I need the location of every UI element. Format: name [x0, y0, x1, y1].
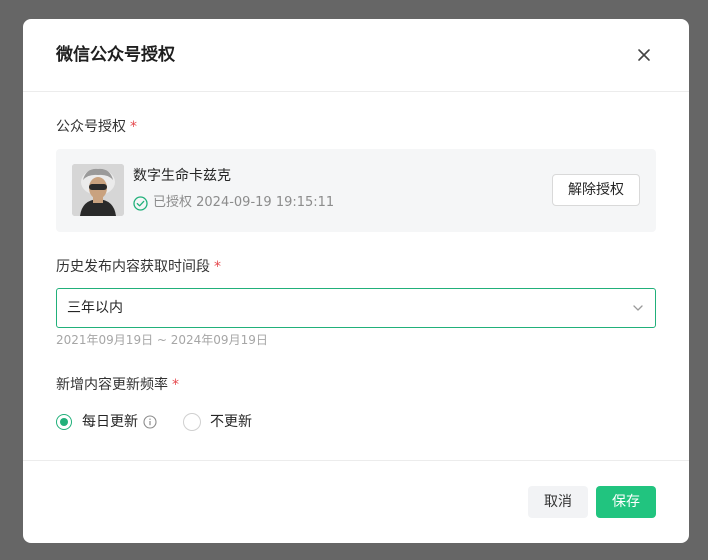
- radio-no-update[interactable]: 不更新: [183, 412, 252, 432]
- history-section-label: 历史发布内容获取时间段 *: [56, 257, 221, 277]
- radio-daily-update[interactable]: 每日更新: [56, 412, 157, 432]
- history-section-label-text: 历史发布内容获取时间段: [56, 259, 210, 275]
- dialog-title: 微信公众号授权: [56, 45, 175, 65]
- authorization-status: 已授权 2024-09-19 19:15:11: [133, 194, 334, 212]
- radio-button-checked[interactable]: [56, 414, 72, 430]
- account-section-label-text: 公众号授权: [56, 119, 126, 135]
- revoke-authorization-button[interactable]: 解除授权: [552, 174, 640, 206]
- account-section-label: 公众号授权 *: [56, 117, 137, 137]
- radio-no-update-label: 不更新: [210, 414, 252, 430]
- radio-button-unchecked[interactable]: [183, 413, 201, 431]
- footer-divider: [23, 460, 689, 461]
- save-button[interactable]: 保存: [596, 486, 656, 518]
- authorization-status-text: 已授权 2024-09-19 19:15:11: [153, 195, 335, 210]
- check-circle-icon: [133, 195, 148, 211]
- required-mark: *: [214, 259, 221, 275]
- frequency-radio-group: 每日更新 不更新: [56, 411, 252, 433]
- avatar: [72, 164, 124, 216]
- close-icon: [638, 49, 650, 61]
- frequency-section-label-text: 新增内容更新频率: [56, 377, 168, 393]
- close-button[interactable]: [633, 44, 655, 66]
- authorization-dialog: 微信公众号授权 公众号授权 * 数字生命卡兹克 已授权 2024-09-19 1…: [23, 19, 689, 543]
- cancel-button[interactable]: 取消: [528, 486, 588, 518]
- account-name: 数字生命卡兹克: [133, 168, 231, 184]
- history-range-value: 三年以内: [67, 300, 123, 316]
- info-icon[interactable]: [143, 415, 157, 429]
- required-mark: *: [172, 377, 179, 393]
- date-range-hint: 2021年09月19日 ~ 2024年09月19日: [56, 333, 268, 347]
- dialog-header: 微信公众号授权: [23, 19, 689, 92]
- frequency-section-label: 新增内容更新频率 *: [56, 375, 179, 395]
- history-range-select[interactable]: 三年以内: [56, 288, 656, 328]
- required-mark: *: [130, 119, 137, 135]
- radio-daily-update-label: 每日更新: [82, 414, 138, 430]
- chevron-down-icon: [633, 305, 643, 311]
- account-card: 数字生命卡兹克 已授权 2024-09-19 19:15:11 解除授权: [56, 149, 656, 232]
